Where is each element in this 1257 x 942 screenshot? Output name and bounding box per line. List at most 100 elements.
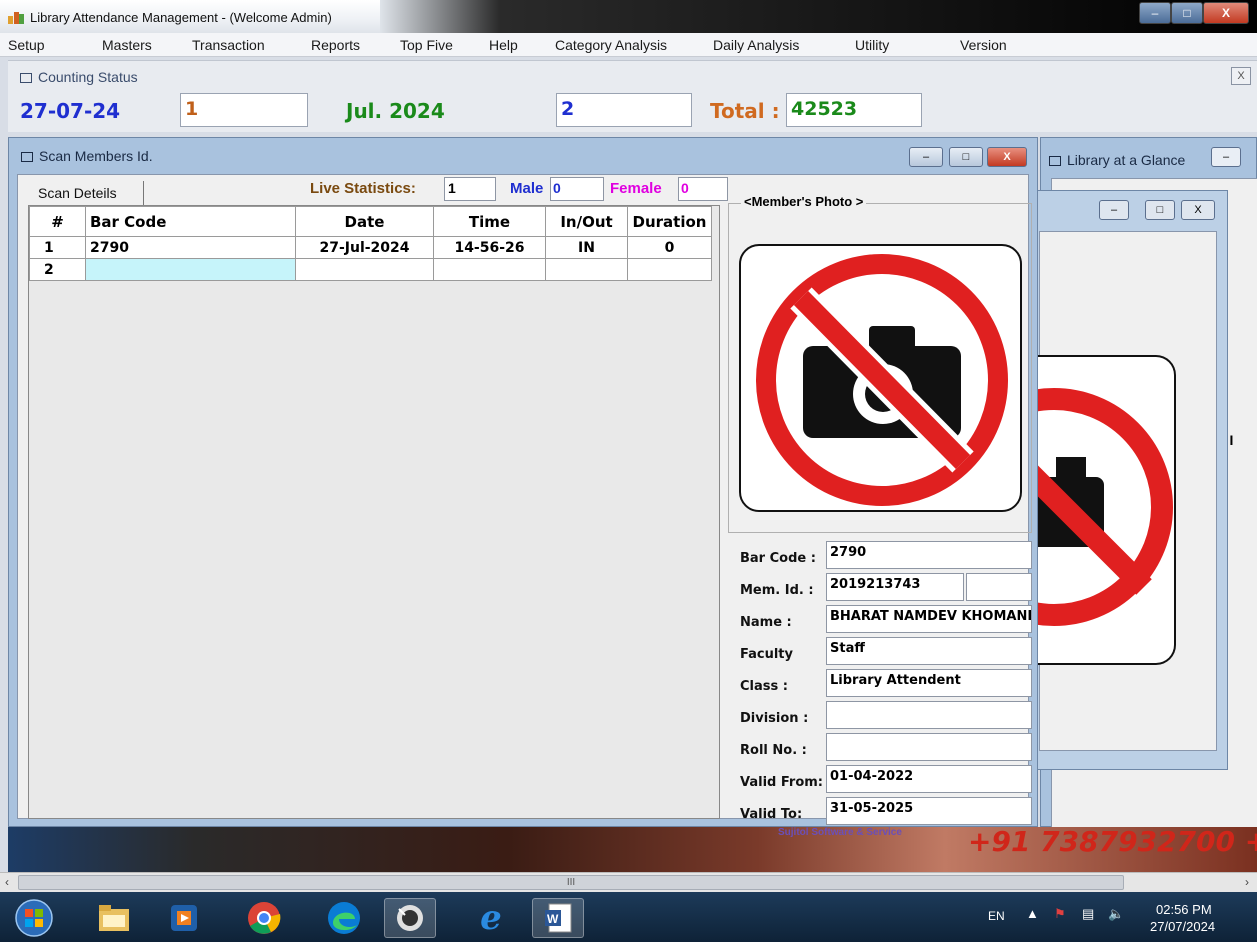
male-count-field: 0: [550, 177, 604, 201]
column-header[interactable]: Date: [295, 206, 434, 237]
counting-status-title: Counting Status: [20, 69, 138, 85]
scan-maximize-button[interactable]: □: [949, 147, 983, 167]
banner-phone-text: +91 7387932700 +9: [968, 827, 1257, 858]
column-header[interactable]: Duration: [627, 206, 712, 237]
name-label: Name :: [740, 615, 792, 630]
internet-explorer-icon[interactable]: e: [465, 898, 517, 938]
member-id-extra-field[interactable]: [966, 573, 1032, 601]
scroll-right-arrow-icon[interactable]: ›: [1245, 875, 1249, 889]
sub-close-button[interactable]: X: [1181, 200, 1215, 220]
glance-title: Library at a Glance: [1049, 152, 1185, 168]
counting-close-button[interactable]: X: [1231, 67, 1251, 85]
scan-members-title-label: Scan Members Id.: [39, 148, 153, 164]
word-icon[interactable]: W: [532, 898, 584, 938]
minimize-button[interactable]: –: [1139, 2, 1171, 24]
faculty-field[interactable]: Staff: [826, 637, 1032, 665]
cell-duration[interactable]: 0: [627, 236, 712, 259]
division-field[interactable]: [826, 701, 1032, 729]
media-player-icon[interactable]: [158, 898, 210, 938]
file-explorer-icon[interactable]: [88, 898, 140, 938]
clock-date[interactable]: 27/07/2024: [1150, 919, 1215, 934]
cell-inout[interactable]: IN: [545, 236, 628, 259]
language-indicator[interactable]: EN: [988, 909, 1005, 923]
menu-bar: Setup Masters Transaction Reports Top Fi…: [0, 33, 1257, 57]
windows-start-icon[interactable]: [8, 898, 60, 938]
cell-duration[interactable]: [627, 258, 712, 281]
sub-maximize-button[interactable]: □: [1145, 200, 1175, 220]
menu-daily-analysis[interactable]: Daily Analysis: [713, 37, 799, 53]
menu-category-analysis[interactable]: Category Analysis: [555, 37, 667, 53]
menu-transaction[interactable]: Transaction: [192, 37, 265, 53]
scan-close-button[interactable]: X: [987, 147, 1027, 167]
cell-date[interactable]: 27-Jul-2024: [295, 236, 434, 259]
menu-utility[interactable]: Utility: [855, 37, 889, 53]
window-icon: [1049, 156, 1061, 167]
menu-help[interactable]: Help: [489, 37, 518, 53]
month-count-field: 2: [556, 93, 692, 127]
window-icon: [20, 73, 32, 84]
chrome-icon[interactable]: [238, 898, 290, 938]
app-icon: [8, 12, 24, 24]
cell-date[interactable]: [295, 258, 434, 281]
action-center-flag-icon[interactable]: ⚑: [1054, 906, 1066, 922]
column-header[interactable]: In/Out: [545, 206, 628, 237]
current-date: 27-07-24: [20, 99, 121, 123]
class-field[interactable]: Library Attendent: [826, 669, 1032, 697]
live-statistics-field: 1: [444, 177, 496, 201]
edge-icon[interactable]: [318, 898, 370, 938]
roll-no-field[interactable]: [826, 733, 1032, 761]
scan-members-content: Scan Deteils Live Statistics: 1 Male 0 F…: [17, 174, 1032, 825]
network-icon[interactable]: ▤: [1082, 906, 1094, 922]
menu-masters[interactable]: Masters: [102, 37, 152, 53]
scroll-left-arrow-icon[interactable]: ‹: [5, 875, 9, 889]
member-id-field[interactable]: 2019213743: [826, 573, 964, 601]
total-count-field: 42523: [786, 93, 922, 127]
tab-scan-details[interactable]: Scan Deteils: [28, 181, 144, 205]
taskbar: e W EN ▲ ⚑ ▤ 🔈 02:56 PM 27/07/2024: [0, 892, 1257, 942]
faculty-label: Faculty: [740, 647, 793, 662]
menu-top-five[interactable]: Top Five: [400, 37, 453, 53]
roll-no-label: Roll No. :: [740, 743, 807, 758]
banner-small-text: Sujitol Software & Service: [778, 827, 902, 838]
column-header[interactable]: Bar Code: [85, 206, 296, 237]
row-number: 2: [29, 258, 86, 281]
menu-reports[interactable]: Reports: [311, 37, 360, 53]
scan-members-window[interactable]: Scan Members Id. – □ X Scan Deteils Live…: [8, 137, 1038, 827]
cell-barcode-input[interactable]: [85, 258, 296, 281]
attendance-table: # Bar Code Date Time In/Out Duration 1 2…: [29, 206, 712, 281]
clock-time[interactable]: 02:56 PM: [1156, 902, 1212, 917]
table-row[interactable]: 1 2790 27-Jul-2024 14-56-26 IN 0: [29, 236, 712, 259]
tray-expand-icon[interactable]: ▲: [1026, 906, 1039, 921]
male-label: Male: [510, 180, 544, 197]
scan-grid[interactable]: # Bar Code Date Time In/Out Duration 1 2…: [28, 205, 720, 819]
class-label: Class :: [740, 679, 788, 694]
column-header[interactable]: Time: [433, 206, 546, 237]
glance-minimize-button[interactable]: –: [1211, 147, 1241, 167]
cell-time[interactable]: 14-56-26: [433, 236, 546, 259]
volume-icon[interactable]: 🔈: [1108, 906, 1124, 922]
valid-from-field[interactable]: 01-04-2022: [826, 765, 1032, 793]
member-photo-panel: <Member's Photo >: [728, 194, 1032, 533]
cell-barcode[interactable]: 2790: [85, 236, 296, 259]
close-button[interactable]: X: [1203, 2, 1249, 24]
table-header-row: # Bar Code Date Time In/Out Duration: [29, 206, 712, 237]
sub-minimize-button[interactable]: –: [1099, 200, 1129, 220]
cell-time[interactable]: [433, 258, 546, 281]
barcode-field[interactable]: 2790: [826, 541, 1032, 569]
scan-minimize-button[interactable]: –: [909, 147, 943, 167]
horizontal-scrollbar[interactable]: ‹ III ›: [0, 872, 1257, 892]
valid-to-field[interactable]: 31-05-2025: [826, 797, 1032, 825]
scrollbar-thumb[interactable]: III: [18, 875, 1124, 890]
cell-inout[interactable]: [545, 258, 628, 281]
division-label: Division :: [740, 711, 809, 726]
glance-title-label: Library at a Glance: [1067, 152, 1186, 168]
barcode-label: Bar Code :: [740, 551, 816, 566]
title-bar: Library Attendance Management - (Welcome…: [0, 0, 1257, 33]
table-row[interactable]: 2: [29, 258, 712, 281]
maximize-button[interactable]: □: [1171, 2, 1203, 24]
menu-version[interactable]: Version: [960, 37, 1007, 53]
attendance-app-icon[interactable]: [384, 898, 436, 938]
menu-setup[interactable]: Setup: [8, 37, 45, 53]
name-field[interactable]: BHARAT NAMDEV KHOMANE: [826, 605, 1032, 633]
live-statistics-label: Live Statistics:: [310, 180, 416, 197]
